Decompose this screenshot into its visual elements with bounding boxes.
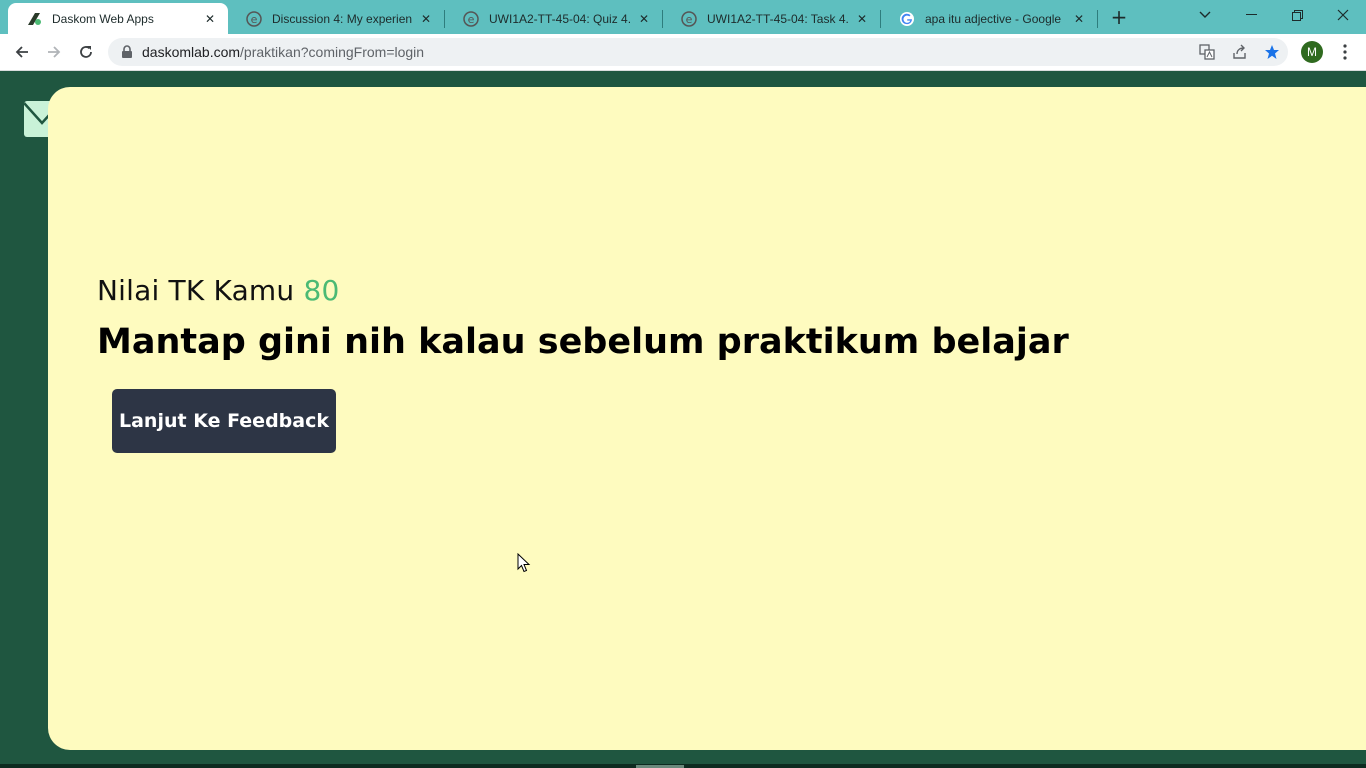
page-viewport: Nilai TK Kamu 80 Mantap gini nih kalau s… <box>0 72 1366 768</box>
tab-quiz-4-1[interactable]: e UWI1A2-TT-45-04: Quiz 4.1 ✕ <box>445 3 662 34</box>
close-icon[interactable]: ✕ <box>202 11 218 27</box>
browser-toolbar: daskomlab.com/praktikan?comingFrom=login… <box>0 34 1366 71</box>
minimize-icon <box>1245 14 1257 15</box>
elearning-icon: e <box>463 10 479 27</box>
svg-text:e: e <box>686 13 693 26</box>
address-bar[interactable]: daskomlab.com/praktikan?comingFrom=login <box>108 38 1288 66</box>
close-icon[interactable]: ✕ <box>418 11 434 27</box>
close-icon <box>1337 9 1349 21</box>
url-host: daskomlab.com <box>142 44 241 60</box>
close-icon[interactable]: ✕ <box>1071 11 1087 27</box>
tab-daskom-web-apps[interactable]: Daskom Web Apps ✕ <box>8 3 228 34</box>
tab-title: UWI1A2-TT-45-04: Quiz 4.1 <box>489 11 630 26</box>
tab-title: apa itu adjective - Google Se <box>925 11 1065 26</box>
tab-title: Discussion 4: My experience <box>272 11 412 26</box>
back-arrow-icon <box>15 46 28 58</box>
minimize-button[interactable] <box>1228 0 1274 30</box>
svg-text:e: e <box>468 13 475 26</box>
close-window-button[interactable] <box>1320 0 1366 30</box>
chevron-down-icon <box>1199 11 1211 18</box>
google-icon <box>899 11 915 27</box>
back-button[interactable] <box>8 38 36 66</box>
translate-icon[interactable] <box>1198 43 1216 61</box>
reload-button[interactable] <box>72 38 100 66</box>
tab-search-button[interactable] <box>1182 0 1228 30</box>
svg-text:e: e <box>251 13 258 26</box>
elearning-icon: e <box>246 10 262 27</box>
close-icon[interactable]: ✕ <box>854 11 870 27</box>
tab-google-search[interactable]: apa itu adjective - Google Se ✕ <box>881 3 1097 34</box>
lock-icon <box>122 45 132 58</box>
forward-arrow-icon <box>48 46 61 58</box>
share-icon[interactable] <box>1231 43 1249 61</box>
feedback-button[interactable]: Lanjut Ke Feedback <box>112 389 336 453</box>
tab-separator <box>1097 10 1098 28</box>
forward-button[interactable] <box>40 38 68 66</box>
score-label: Nilai TK Kamu <box>97 274 295 307</box>
url-path: /praktikan?comingFrom=login <box>240 44 425 60</box>
tab-title: Daskom Web Apps <box>52 11 154 26</box>
daskom-logo-icon <box>26 11 42 27</box>
restore-icon <box>1291 9 1303 21</box>
profile-avatar[interactable]: M <box>1301 41 1323 63</box>
url-text[interactable]: daskomlab.com/praktikan?comingFrom=login <box>142 38 424 66</box>
reload-icon <box>80 46 92 58</box>
menu-icon[interactable] <box>1334 41 1356 63</box>
mouse-cursor-icon <box>517 553 531 573</box>
score-line: Nilai TK Kamu 80 <box>97 274 340 307</box>
restore-button[interactable] <box>1274 0 1320 30</box>
score-value: 80 <box>303 274 340 307</box>
tab-task-4-1[interactable]: e UWI1A2-TT-45-04: Task 4.1: ✕ <box>663 3 880 34</box>
bookmark-star-icon[interactable] <box>1263 43 1281 61</box>
new-tab-button[interactable]: + <box>1108 5 1130 29</box>
tab-discussion-4[interactable]: e Discussion 4: My experience ✕ <box>228 3 444 34</box>
browser-tabstrip: Daskom Web Apps ✕ e Discussion 4: My exp… <box>0 0 1366 34</box>
elearning-icon: e <box>681 10 697 27</box>
result-headline: Mantap gini nih kalau sebelum praktikum … <box>97 322 1069 362</box>
tab-title: UWI1A2-TT-45-04: Task 4.1: <box>707 11 848 26</box>
result-card: Nilai TK Kamu 80 Mantap gini nih kalau s… <box>48 87 1366 750</box>
close-icon[interactable]: ✕ <box>636 11 652 27</box>
